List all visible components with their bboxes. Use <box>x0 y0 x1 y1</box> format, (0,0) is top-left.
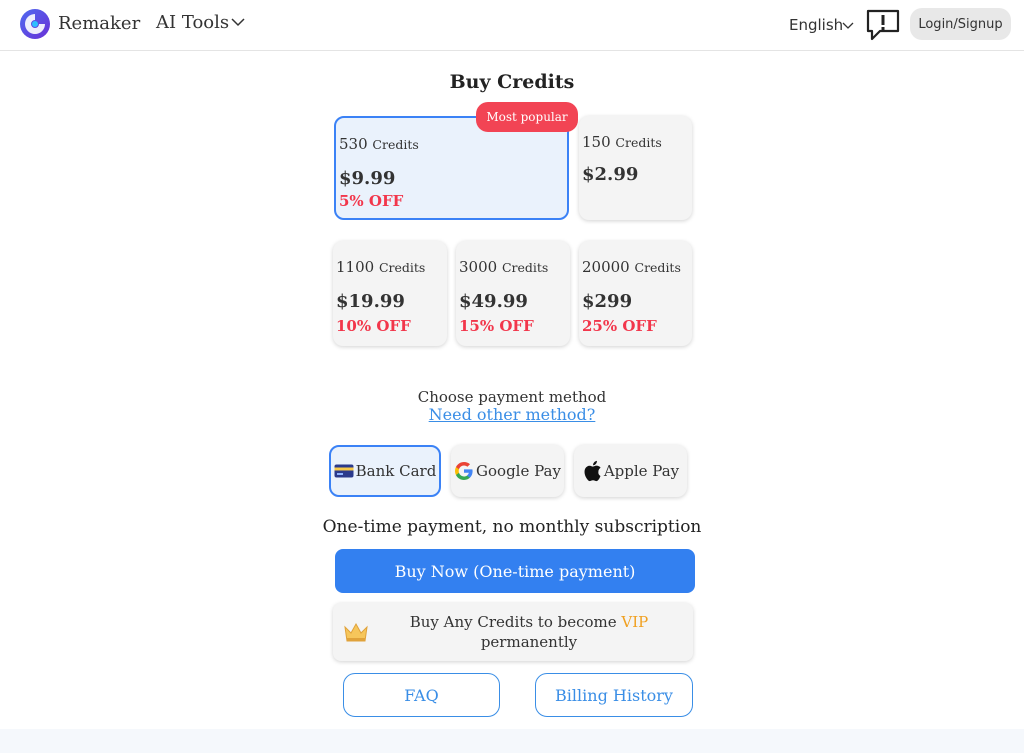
plan-discount: 15% OFF <box>459 317 534 335</box>
remaker-logo-icon[interactable] <box>19 8 51 40</box>
plan-card-150[interactable]: 150 Credits $2.99 <box>579 116 692 220</box>
ai-tools-menu[interactable]: AI Tools <box>156 12 229 33</box>
plan-discount: 10% OFF <box>336 317 411 335</box>
bank-card-option[interactable]: Bank Card <box>329 445 441 497</box>
vip-word: VIP <box>621 613 649 631</box>
google-pay-option[interactable]: Google Pay <box>451 445 564 497</box>
brand-name[interactable]: Remaker <box>58 13 140 34</box>
payment-method-title: Choose payment method <box>417 388 607 406</box>
plan-card-1100[interactable]: 1100 Credits $19.99 10% OFF <box>333 241 447 346</box>
vip-text: Buy Any Credits to become VIP permanentl… <box>409 613 649 651</box>
plan-credits: 1100 Credits <box>336 258 426 276</box>
plan-credits: 3000 Credits <box>459 258 549 276</box>
crown-icon <box>344 622 368 642</box>
footer-strip <box>0 729 1024 753</box>
login-signup-button[interactable]: Login/Signup <box>910 8 1011 40</box>
plan-credits: 20000 Credits <box>582 258 681 276</box>
other-method-link[interactable]: Need other method? <box>362 405 662 424</box>
billing-history-button[interactable]: Billing History <box>535 673 693 717</box>
language-selector[interactable]: English <box>789 16 843 34</box>
apple-pay-option[interactable]: Apple Pay <box>574 445 687 497</box>
plan-card-3000[interactable]: 3000 Credits $49.99 15% OFF <box>456 241 570 346</box>
plan-price: $19.99 <box>336 291 405 312</box>
plan-discount: 5% OFF <box>339 192 404 210</box>
plan-card-20000[interactable]: 20000 Credits $299 25% OFF <box>579 241 692 346</box>
apple-pay-label: Apple Pay <box>603 462 680 480</box>
faq-button[interactable]: FAQ <box>343 673 500 717</box>
most-popular-badge: Most popular <box>476 102 578 132</box>
top-header: Remaker AI Tools English Login/Signup <box>0 0 1024 51</box>
vip-banner: Buy Any Credits to become VIP permanentl… <box>333 603 693 661</box>
plan-price: $2.99 <box>582 164 639 185</box>
chevron-down-icon[interactable] <box>842 22 854 30</box>
chevron-down-icon[interactable] <box>231 17 245 27</box>
one-time-note: One-time payment, no monthly subscriptio… <box>322 517 702 537</box>
page-title: Buy Credits <box>449 71 575 93</box>
plan-price: $9.99 <box>339 168 396 189</box>
buy-now-button[interactable]: Buy Now (One-time payment) <box>335 549 695 593</box>
bank-card-icon <box>334 464 354 478</box>
plan-credits: 150 Credits <box>582 133 662 151</box>
plan-price: $49.99 <box>459 291 528 312</box>
plan-price: $299 <box>582 291 633 312</box>
bank-card-label: Bank Card <box>355 462 437 480</box>
google-pay-label: Google Pay <box>476 462 561 480</box>
plan-discount: 25% OFF <box>582 317 657 335</box>
feedback-icon[interactable] <box>866 9 900 41</box>
plan-credits: 530 Credits <box>339 135 419 153</box>
google-icon <box>455 462 473 480</box>
apple-icon <box>584 460 601 482</box>
